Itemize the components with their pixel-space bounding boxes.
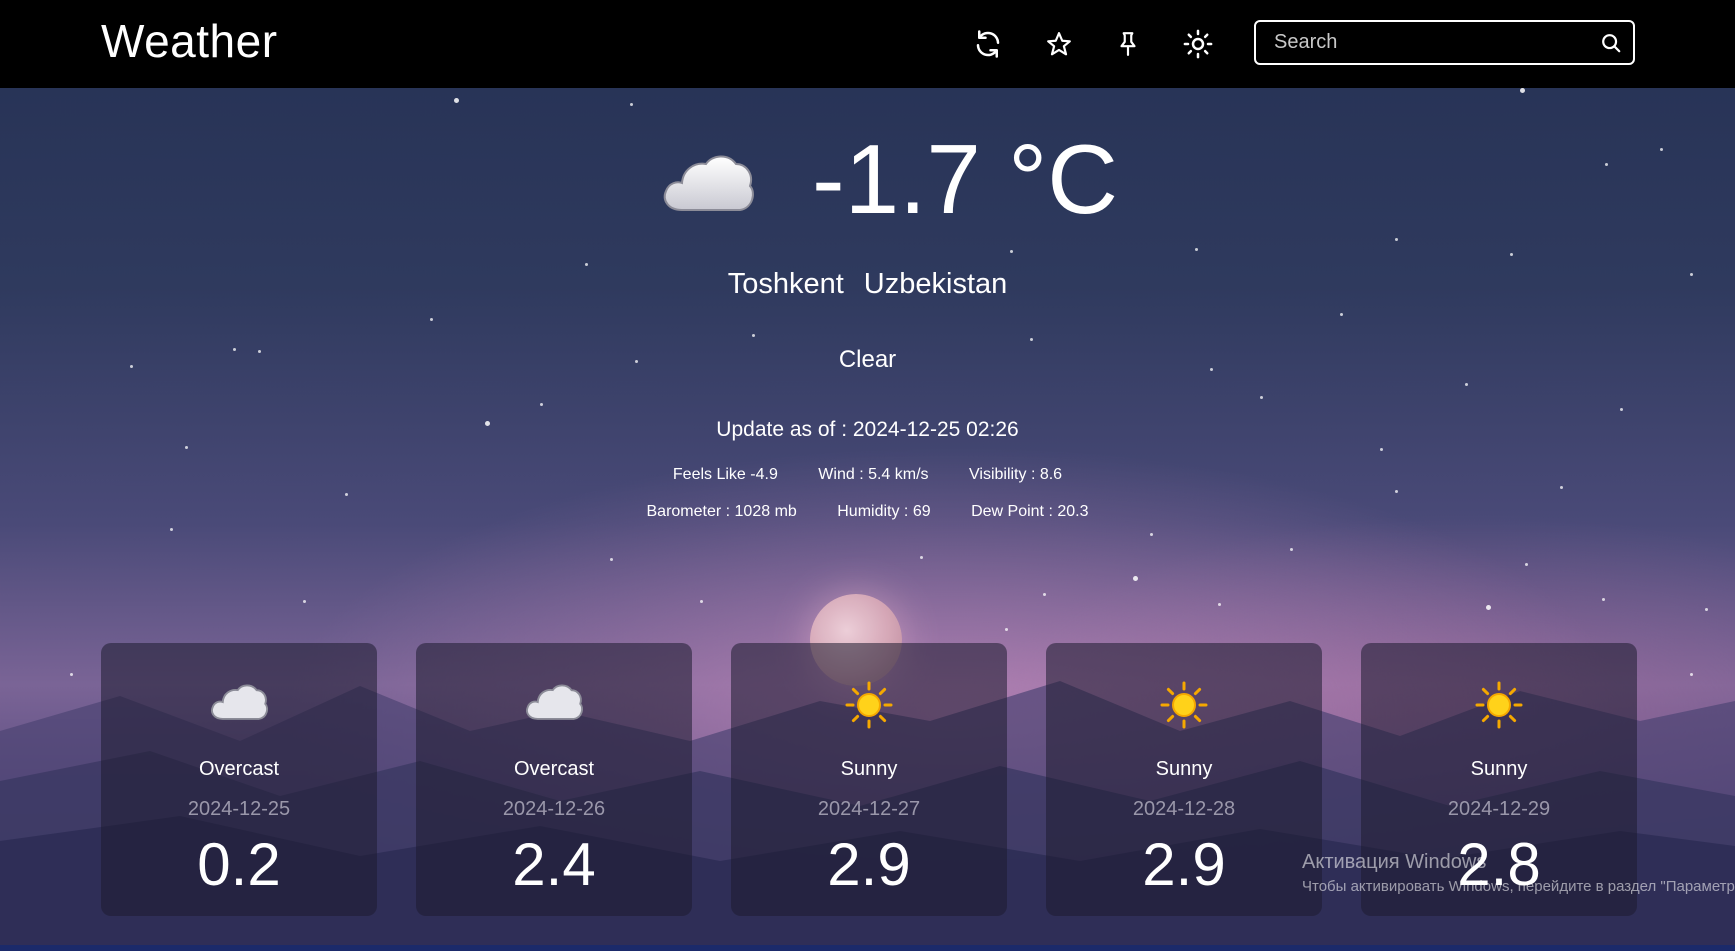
forecast-card[interactable]: Sunny 2024-12-27 2.9 (731, 643, 1007, 916)
wind-speed: Wind : 5.4 km/s (818, 466, 929, 483)
pin-button[interactable] (1108, 24, 1148, 64)
refresh-icon (976, 30, 1000, 58)
search-input[interactable] (1256, 22, 1589, 63)
forecast-date: 2024-12-26 (502, 798, 606, 820)
dew-point: Dew Point : 20.3 (971, 503, 1089, 520)
forecast-condition: Overcast (513, 758, 595, 780)
forecast-value: 0.2 (197, 831, 281, 898)
forecast-value: 2.4 (512, 831, 596, 898)
location: Toshkent Uzbekistan (0, 268, 1735, 301)
forecast-value: 2.9 (1142, 831, 1226, 898)
bottom-edge (0, 945, 1735, 951)
humidity: Humidity : 69 (837, 503, 931, 520)
country-name: Uzbekistan (863, 268, 1008, 300)
favorite-button[interactable] (1039, 24, 1079, 64)
forecast-card[interactable]: Overcast 2024-12-25 0.2 (101, 643, 377, 916)
search-box (1254, 20, 1635, 65)
visibility: Visibility : 8.6 (969, 466, 1063, 483)
barometer: Barometer : 1028 mb (646, 503, 797, 520)
feels-like: Feels Like -4.9 (672, 466, 778, 483)
theme-toggle-button[interactable] (1178, 24, 1218, 64)
forecast-condition: Sunny (1470, 758, 1528, 780)
forecast-date: 2024-12-28 (1132, 798, 1236, 820)
search-button[interactable] (1589, 22, 1633, 63)
refresh-button[interactable] (968, 24, 1008, 64)
app-title: Weather (101, 15, 278, 67)
cloud-icon (526, 684, 583, 720)
watermark-title: Активация Windows (1302, 851, 1487, 873)
forecast-date: 2024-12-25 (187, 798, 291, 820)
forecast-date: 2024-12-27 (817, 798, 921, 820)
details-row-1: Feels Like -4.9 Wind : 5.4 km/s Visibili… (0, 466, 1735, 484)
cloud-icon (211, 684, 268, 720)
sun-icon (845, 681, 893, 729)
forecast-condition: Sunny (840, 758, 898, 780)
forecast-date: 2024-12-29 (1447, 798, 1551, 820)
windows-activation-watermark: Активация Windows Чтобы активировать Win… (1302, 851, 1735, 895)
current-temperature: -1.7 °C (812, 124, 1119, 234)
forecast-card[interactable]: Sunny 2024-12-28 2.9 (1046, 643, 1322, 916)
city-name: Toshkent (727, 268, 844, 300)
cloud-icon (663, 155, 754, 211)
forecast-card[interactable]: Overcast 2024-12-26 2.4 (416, 643, 692, 916)
sun-icon (1160, 681, 1208, 729)
sun-icon (1475, 681, 1523, 729)
current-condition: Clear (838, 346, 897, 373)
pin-icon (1120, 32, 1136, 56)
star-icon (1047, 32, 1071, 56)
forecast-value: 2.9 (827, 831, 911, 898)
top-navbar: Weather (0, 0, 1735, 88)
sun-icon (1183, 29, 1213, 59)
update-timestamp: Update as of : 2024-12-25 02:26 (716, 418, 1019, 441)
watermark-subtitle: Чтобы активировать Windows, перейдите в … (1302, 878, 1735, 895)
forecast-condition: Overcast (198, 758, 280, 780)
details-row-2: Barometer : 1028 mb Humidity : 69 Dew Po… (0, 503, 1735, 521)
search-icon (1602, 33, 1621, 52)
forecast-condition: Sunny (1155, 758, 1213, 780)
